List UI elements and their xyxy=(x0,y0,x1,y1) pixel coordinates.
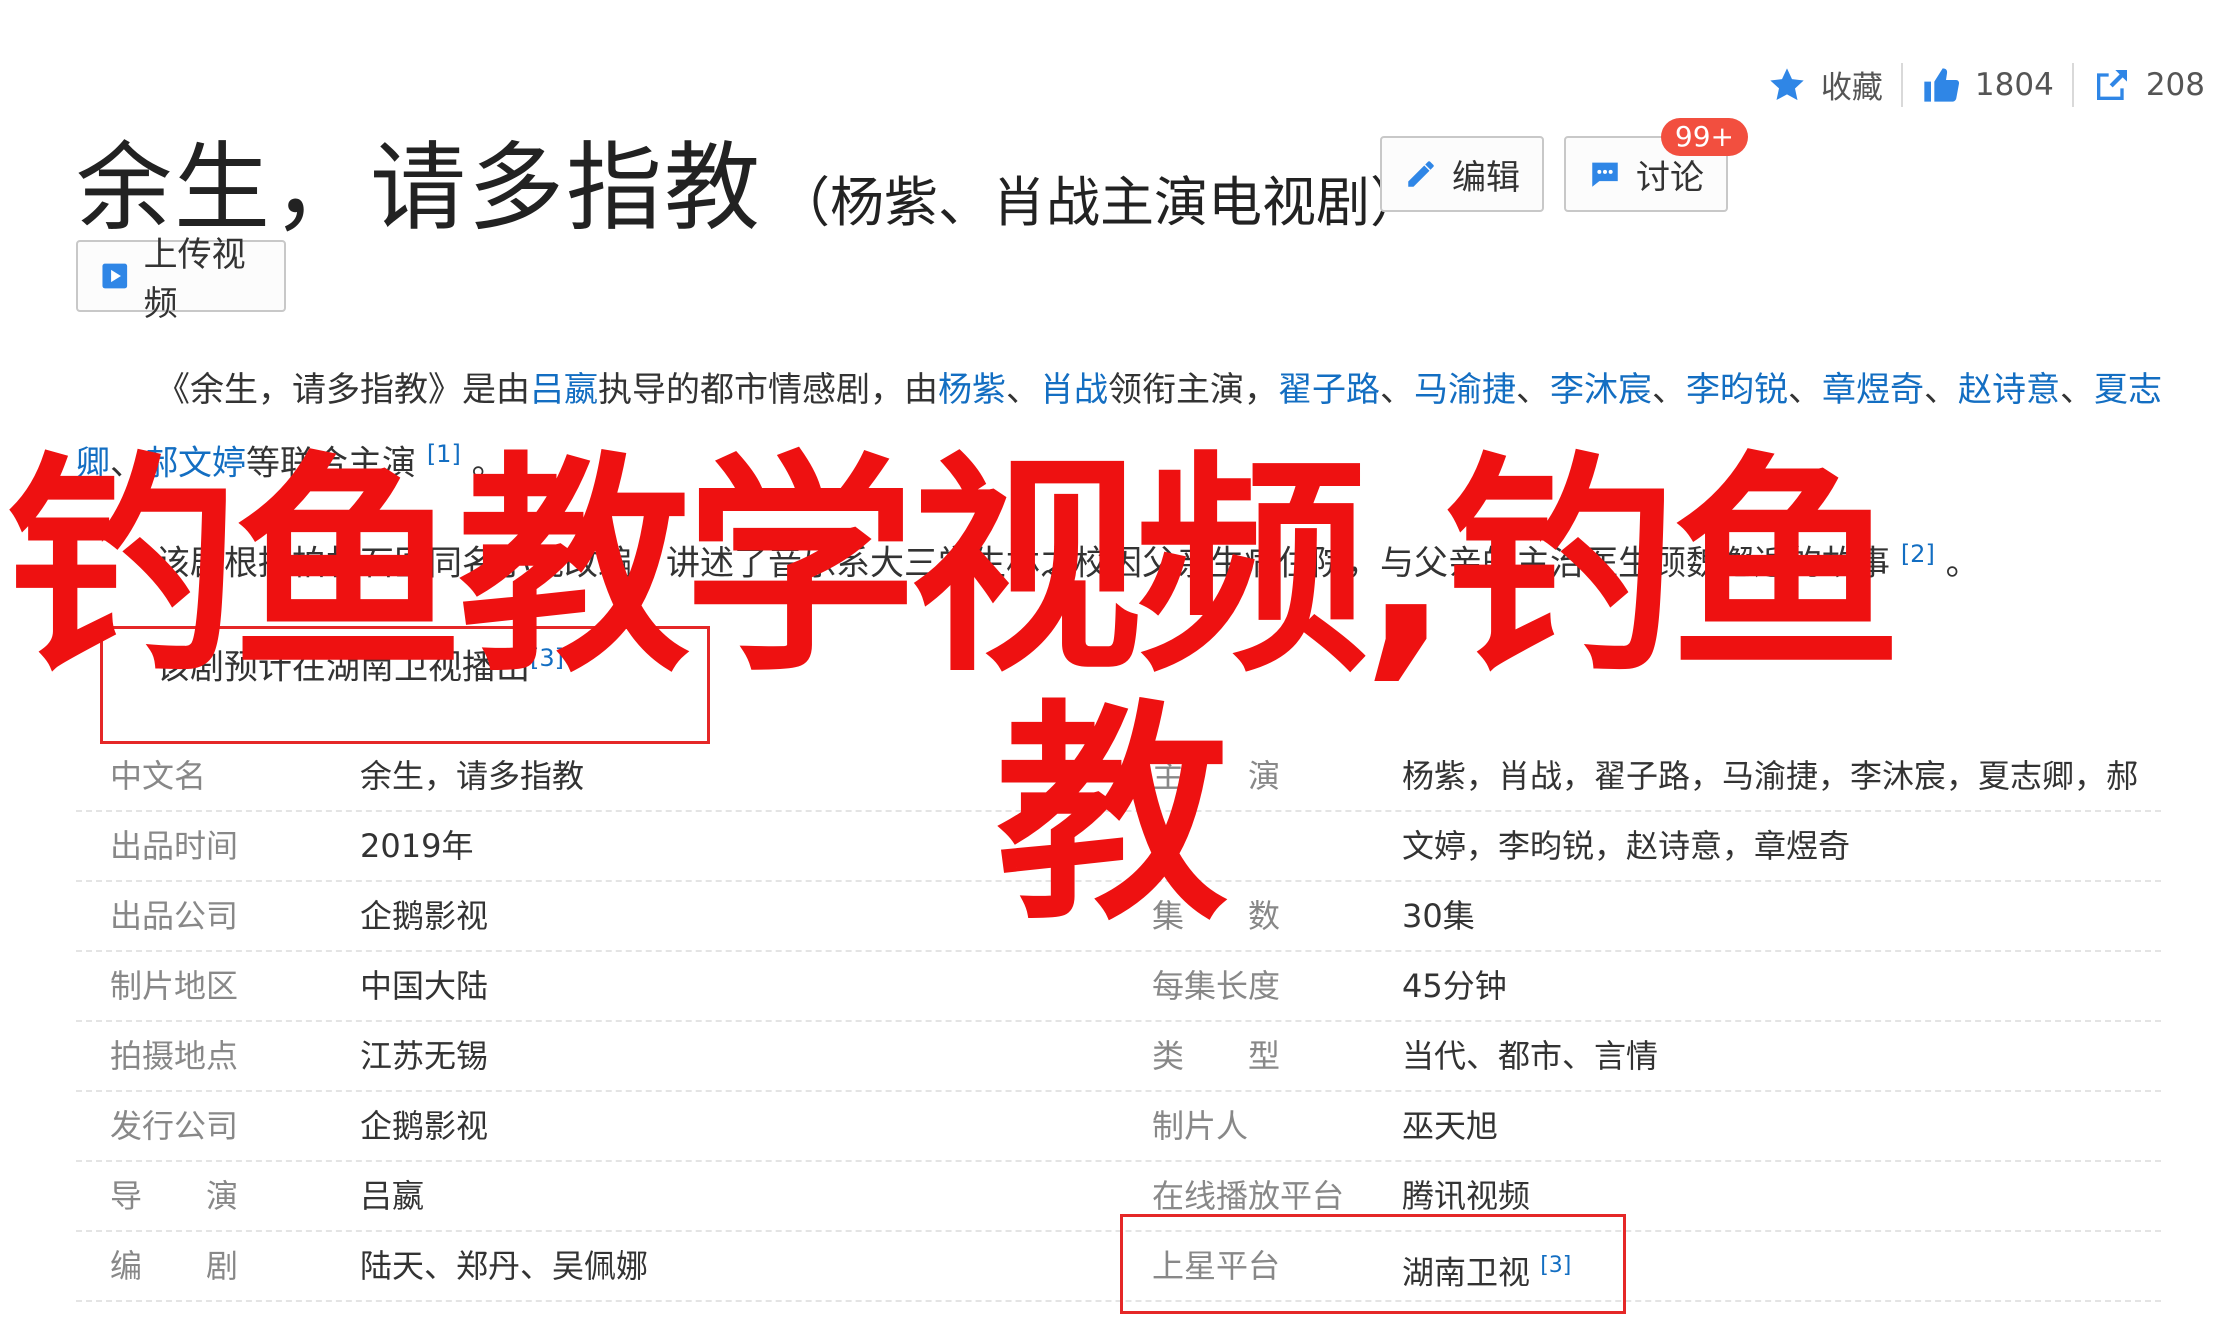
info-value: 江苏无锡 xyxy=(360,1037,489,1075)
intro-text: 执导的都市情感剧，由 xyxy=(598,370,938,410)
cast-link[interactable]: 赵诗意 xyxy=(1958,370,2060,410)
cast-link[interactable]: 章煜奇 xyxy=(1822,370,1924,410)
info-key: 导 演 xyxy=(110,1177,239,1215)
plot-text: 。 xyxy=(1945,543,1980,584)
discuss-button[interactable]: 讨论 99+ xyxy=(1564,118,1748,212)
info-row: 导 演 吕嬴 在线播放平台 腾讯视频 xyxy=(76,1162,2161,1232)
info-value: 文婷，李昀锐，赵诗意，章煜奇 xyxy=(1402,827,1851,865)
like-button[interactable]: 1804 xyxy=(1921,65,2054,105)
info-key: 中文名 xyxy=(110,757,207,795)
cast-link[interactable]: 李沐宸 xyxy=(1550,370,1652,410)
upload-video-button[interactable]: 上传视频 xyxy=(76,235,286,324)
intro-text: 《余生，请多指教》是由 xyxy=(156,370,530,410)
share-button[interactable]: 208 xyxy=(2092,65,2205,105)
cast-link[interactable]: 翟子路 xyxy=(1278,370,1380,410)
info-key: 制片人 xyxy=(1152,1107,1249,1145)
info-value: 陆天、郑丹、吴佩娜 xyxy=(360,1247,649,1285)
info-key: 每集长度 xyxy=(1152,967,1281,1005)
info-value: 杨紫，肖战，翟子路，马渝捷，李沐宸，夏志卿，郝 xyxy=(1402,757,2139,795)
overlay-headline-continued: 教 xyxy=(996,681,1228,951)
edit-button[interactable]: 编辑 xyxy=(1380,136,1544,212)
info-value: 企鹅影视 xyxy=(360,897,489,935)
highlight-box xyxy=(1120,1214,1626,1314)
info-row: 编 剧 陆天、郑丹、吴佩娜 上星平台 湖南卫视 [3] xyxy=(76,1232,2161,1302)
reference-link[interactable]: [2] xyxy=(1901,540,1935,568)
director-link[interactable]: 吕嬴 xyxy=(530,370,598,410)
share-count: 208 xyxy=(2145,66,2205,103)
star-icon xyxy=(1770,67,1804,100)
info-row: 制片地区 中国大陆 每集长度 45分钟 xyxy=(76,952,2161,1022)
upload-video-label: 上传视频 xyxy=(143,235,246,324)
page-title: 余生，请多指教 （杨紫、肖战主演电视剧） xyxy=(76,110,1424,249)
intro-text: 领衔主演， xyxy=(1108,370,1278,410)
chat-icon xyxy=(1592,162,1618,187)
discuss-count-badge: 99+ xyxy=(1660,118,1748,156)
info-key: 发行公司 xyxy=(110,1107,239,1145)
lead-link[interactable]: 杨紫 xyxy=(938,370,1006,410)
discuss-label: 讨论 xyxy=(1636,157,1704,198)
edit-label: 编辑 xyxy=(1452,157,1520,198)
info-row: 发行公司 企鹅影视 制片人 巫天旭 xyxy=(76,1092,2161,1162)
info-key: 出品公司 xyxy=(110,897,239,935)
info-key: 拍摄地点 xyxy=(110,1037,239,1075)
like-count: 1804 xyxy=(1974,66,2054,103)
separator: 、 xyxy=(1006,370,1040,410)
info-key: 出品时间 xyxy=(110,827,239,865)
lead-link[interactable]: 肖战 xyxy=(1040,370,1108,410)
title-subtitle: （杨紫、肖战主演电视剧） xyxy=(776,171,1424,234)
overlay-headline: 钓鱼教学视频,钓鱼 xyxy=(6,433,1902,703)
divider xyxy=(1900,62,1903,107)
divider xyxy=(2071,62,2074,107)
info-key: 类 型 xyxy=(1152,1037,1281,1075)
info-value: 余生，请多指教 xyxy=(360,757,585,795)
favorite-label: 收藏 xyxy=(1820,70,1883,106)
info-value: 企鹅影视 xyxy=(360,1107,489,1145)
favorite-button[interactable]: 收藏 xyxy=(1767,62,1883,107)
info-value: 45分钟 xyxy=(1402,967,1507,1005)
info-value: 巫天旭 xyxy=(1402,1107,1499,1145)
thumbs-up-icon xyxy=(1924,67,1959,102)
share-icon xyxy=(2096,69,2127,100)
cast-link[interactable]: 马渝捷 xyxy=(1414,370,1516,410)
info-key: 制片地区 xyxy=(110,967,239,1005)
info-value: 30集 xyxy=(1402,897,1475,935)
info-key: 编 剧 xyxy=(110,1247,239,1285)
info-value: 中国大陆 xyxy=(360,967,489,1005)
info-row: 拍摄地点 江苏无锡 类 型 当代、都市、言情 xyxy=(76,1022,2161,1092)
play-icon xyxy=(102,263,128,289)
action-bar: 收藏 1804 208 xyxy=(1767,62,2205,107)
pencil-icon xyxy=(1408,161,1434,187)
info-value: 吕嬴 xyxy=(360,1177,425,1215)
cast-link[interactable]: 李昀锐 xyxy=(1686,370,1788,410)
info-value: 当代、都市、言情 xyxy=(1402,1037,1659,1075)
info-value: 2019年 xyxy=(360,827,474,865)
